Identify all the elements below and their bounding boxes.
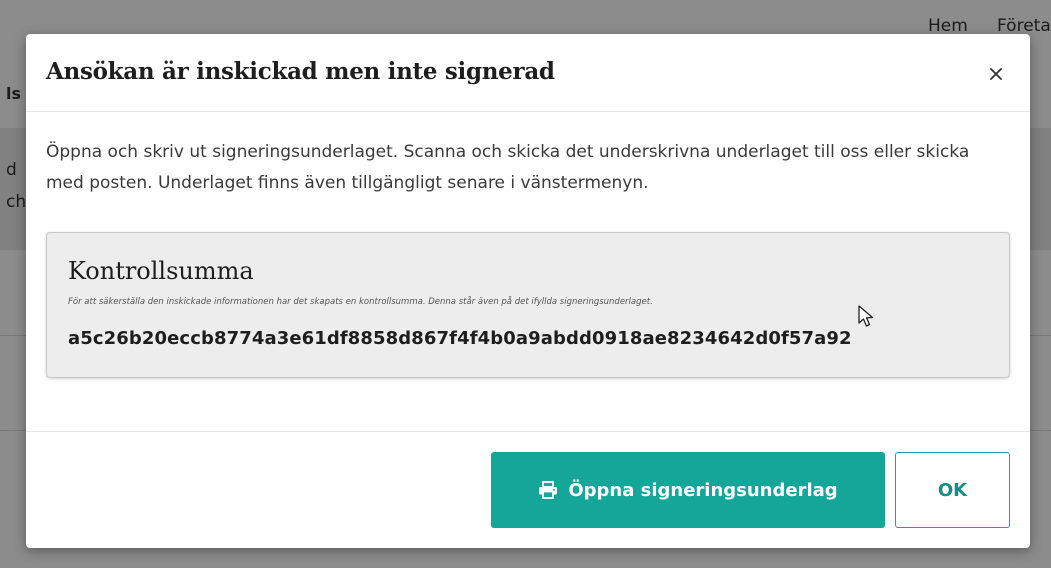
ok-button-label: OK bbox=[937, 479, 968, 501]
open-signing-document-label: Öppna signeringsunderlag bbox=[568, 479, 838, 501]
checksum-value: a5c26b20eccb8774a3e61df8858d867f4f4b0a9a… bbox=[68, 328, 852, 349]
dialog-footer: Öppna signeringsunderlag OK bbox=[26, 431, 1030, 548]
close-icon bbox=[990, 68, 1002, 80]
mouse-cursor-icon bbox=[858, 305, 874, 327]
ok-button[interactable]: OK bbox=[895, 452, 1010, 528]
dialog-header: Ansökan är inskickad men inte signerad bbox=[26, 34, 1030, 112]
close-button[interactable] bbox=[982, 60, 1010, 88]
checksum-description: För att säkerställa den inskickade infor… bbox=[68, 297, 653, 307]
checksum-title: Kontrollsumma bbox=[68, 257, 254, 285]
open-signing-document-button[interactable]: Öppna signeringsunderlag bbox=[491, 452, 885, 528]
checksum-panel: Kontrollsumma För att säkerställa den in… bbox=[46, 232, 1010, 378]
dialog-title: Ansökan är inskickad men inte signerad bbox=[46, 58, 555, 85]
signing-dialog: Ansökan är inskickad men inte signerad Ö… bbox=[26, 34, 1030, 548]
dialog-body: Öppna och skriv ut signeringsunderlaget.… bbox=[26, 112, 1030, 431]
printer-icon bbox=[539, 481, 558, 499]
dialog-instructions: Öppna och skriv ut signeringsunderlaget.… bbox=[46, 142, 970, 193]
